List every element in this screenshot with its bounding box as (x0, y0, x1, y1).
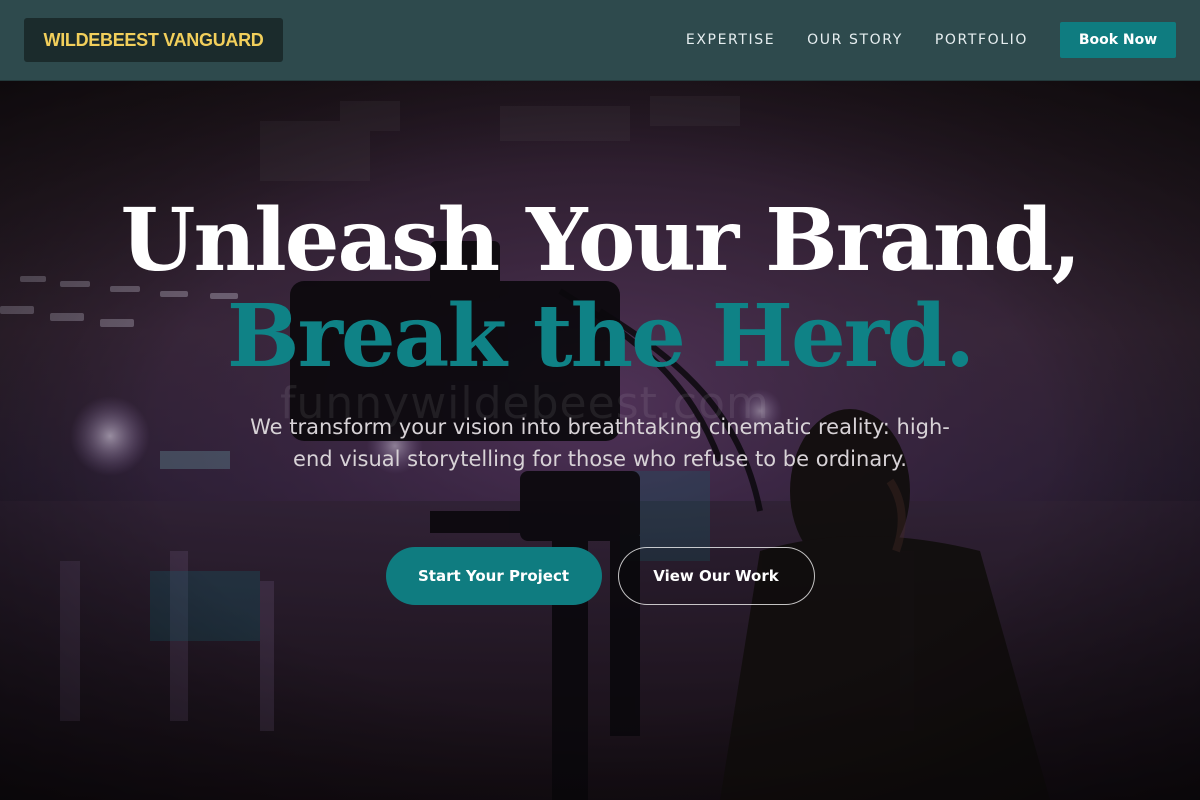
headline-line-2: Break the Herd. (226, 286, 975, 387)
hero-subtitle: We transform your vision into breathtaki… (250, 415, 950, 471)
nav-link-expertise[interactable]: EXPERTISE (686, 32, 775, 48)
site-header: WILDEBEEST VANGUARD EXPERTISE OUR STORY … (0, 0, 1200, 81)
hero-section: funnywildebeest.com Unleash Your Brand, … (0, 81, 1200, 800)
cta-row: Start Your Project View Our Work (0, 547, 1200, 605)
book-now-button[interactable]: Book Now (1060, 22, 1176, 58)
main-nav: EXPERTISE OUR STORY PORTFOLIO Book Now (686, 0, 1176, 80)
view-work-button[interactable]: View Our Work (617, 547, 815, 605)
nav-link-portfolio[interactable]: PORTFOLIO (935, 32, 1028, 48)
headline-line-1: Unleash Your Brand, (120, 190, 1082, 291)
logo[interactable]: WILDEBEEST VANGUARD (24, 18, 283, 62)
nav-link-our-story[interactable]: OUR STORY (807, 32, 903, 48)
start-project-button[interactable]: Start Your Project (385, 547, 602, 605)
